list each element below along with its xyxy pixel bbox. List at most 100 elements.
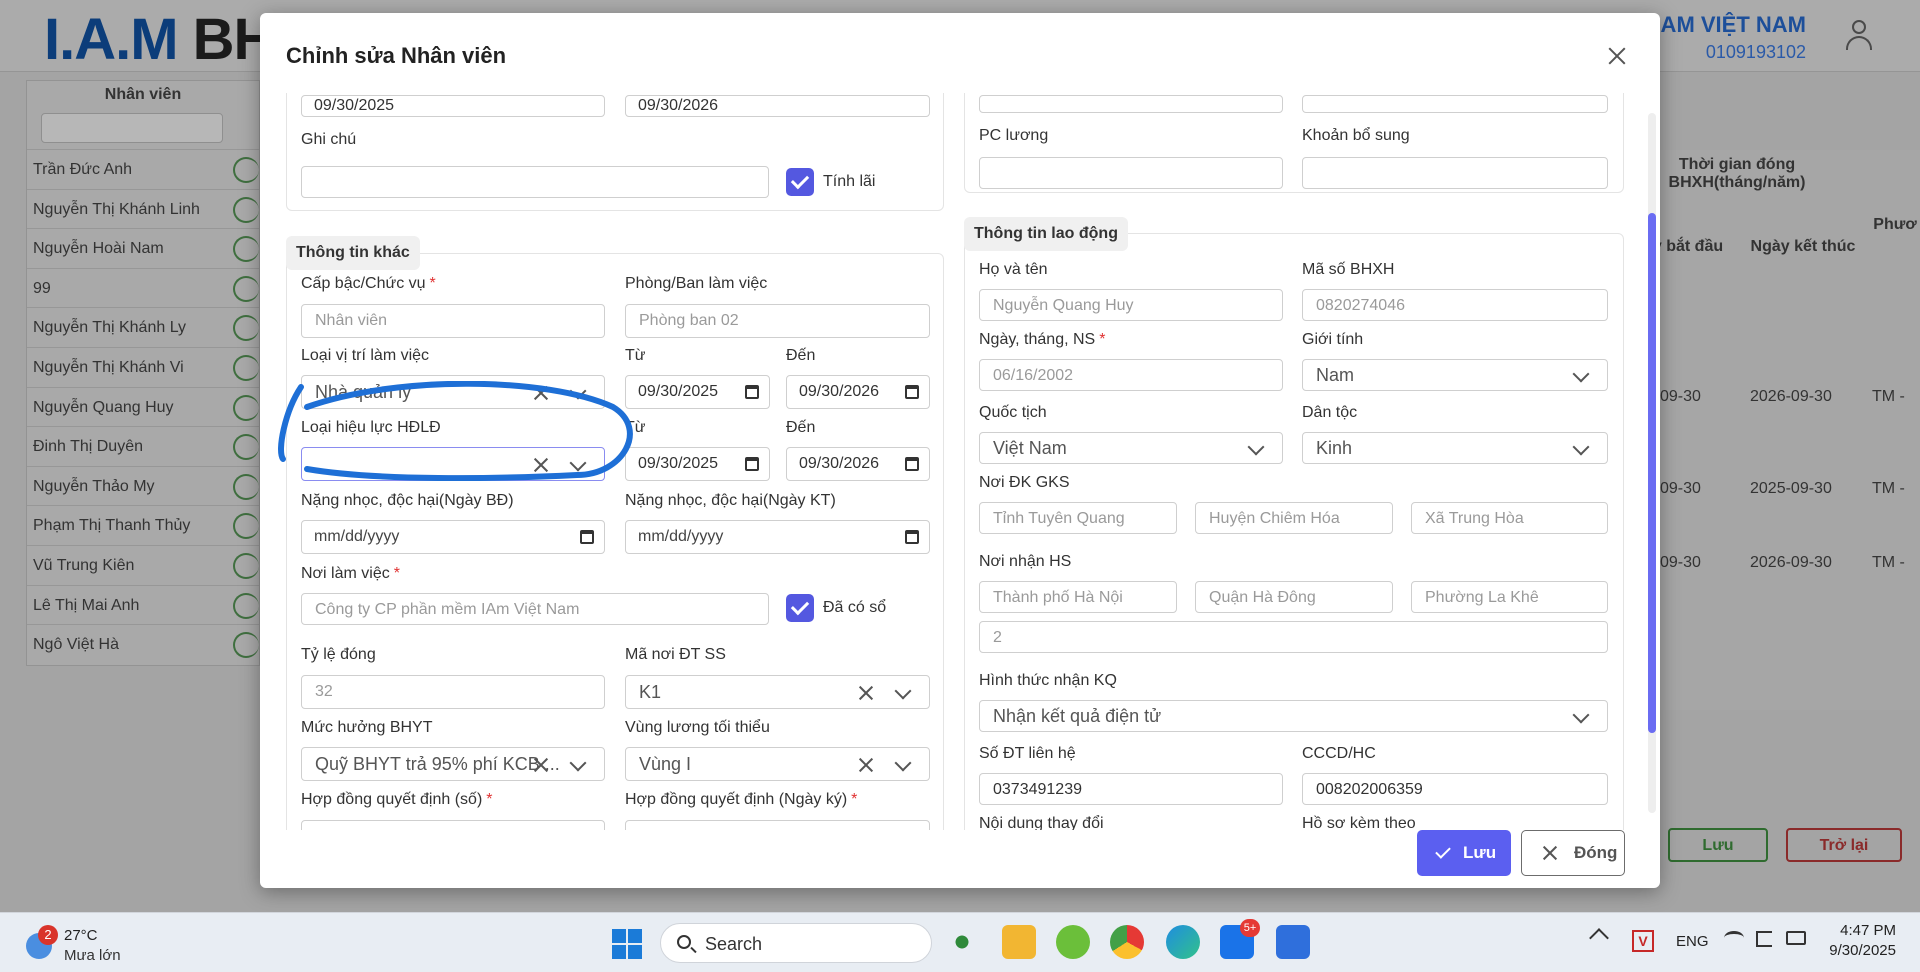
has-book-checkbox[interactable] — [786, 594, 814, 622]
calendar-icon[interactable] — [905, 385, 919, 399]
clear-icon[interactable] — [532, 456, 550, 474]
position-type-select[interactable]: Nhà quản lý — [301, 375, 605, 409]
taskbar-search[interactable]: Search — [660, 923, 932, 963]
bhyt-select[interactable]: Quỹ BHYT trả 95% phí KCB ... — [301, 747, 605, 781]
modal-scrollbar[interactable] — [1648, 113, 1656, 813]
calendar-icon[interactable] — [905, 530, 919, 544]
chevron-down-icon[interactable] — [569, 382, 587, 400]
close-icon[interactable] — [1604, 43, 1630, 69]
save-button[interactable]: Lưu — [1417, 830, 1511, 876]
battery-icon[interactable] — [1786, 931, 1806, 945]
salary-allow-input[interactable] — [979, 157, 1283, 189]
right-top-input-2[interactable] — [1302, 95, 1608, 113]
birth-district-input[interactable]: Huyện Chiêm Hóa — [1195, 502, 1393, 534]
contract-type-select[interactable] — [301, 447, 605, 481]
add-icon[interactable] — [233, 394, 259, 421]
workplace-input[interactable]: Công ty CP phần mềm IAm Việt Nam — [301, 593, 769, 625]
bg-back-button[interactable]: Trở lại — [1786, 828, 1902, 862]
add-icon[interactable] — [233, 513, 259, 540]
employee-row[interactable]: Phạm Thị Thanh Thủy — [27, 505, 259, 545]
employee-row[interactable]: 99 — [27, 267, 259, 308]
calendar-icon[interactable] — [745, 385, 759, 399]
add-icon[interactable] — [233, 157, 259, 183]
birth-province-input[interactable]: Tỉnh Tuyên Quang — [979, 502, 1177, 534]
employee-row[interactable]: Vũ Trung Kiên — [27, 544, 259, 585]
chevron-down-icon[interactable] — [569, 454, 587, 472]
bhxh-input[interactable]: 0820274046 — [1302, 289, 1608, 321]
id-input[interactable]: 008202006359 — [1302, 773, 1608, 805]
rate-input[interactable]: 32 — [301, 675, 605, 709]
add-icon[interactable] — [233, 632, 259, 659]
chevron-down-icon[interactable] — [569, 754, 587, 772]
phone-input[interactable]: 0373491239 — [979, 773, 1283, 805]
add-icon[interactable] — [233, 275, 259, 302]
close-button[interactable]: Đóng — [1521, 830, 1625, 876]
contract-no-input[interactable] — [301, 820, 605, 830]
result-select[interactable]: Nhận kết quả điện tử — [979, 700, 1608, 732]
nationality-select[interactable]: Việt Nam — [979, 432, 1283, 464]
hazard-start-date[interactable]: mm/dd/yyyy — [301, 520, 605, 554]
recv-ward-input[interactable]: Phường La Khê — [1411, 581, 1608, 613]
gender-select[interactable]: Nam — [1302, 359, 1608, 391]
windows-start-icon[interactable] — [612, 929, 642, 959]
user-icon[interactable] — [1844, 18, 1874, 52]
dob-input[interactable]: 06/16/2002 — [979, 359, 1283, 391]
birth-commune-input[interactable]: Xã Trung Hòa — [1411, 502, 1608, 534]
vietnamese-input-icon[interactable]: V — [1632, 930, 1654, 952]
calendar-icon[interactable] — [580, 530, 594, 544]
employee-row[interactable]: Nguyễn Quang Huy — [27, 386, 259, 427]
contract-date-input[interactable] — [625, 820, 930, 830]
add-icon[interactable] — [233, 315, 259, 342]
min-wage-select[interactable]: Vùng I — [625, 747, 930, 781]
employee-filter-input[interactable] — [41, 113, 223, 143]
recv-district-input[interactable]: Quận Hà Đông — [1195, 581, 1393, 613]
employee-row[interactable]: Nguyễn Thảo My — [27, 465, 259, 506]
position-from-date[interactable]: 09/30/2025 — [625, 375, 770, 409]
scrollbar-thumb[interactable] — [1648, 213, 1656, 733]
dept-input[interactable]: Phòng ban 02 — [625, 304, 930, 338]
add-icon[interactable] — [233, 196, 259, 223]
clear-icon[interactable] — [532, 756, 550, 774]
position-to-date[interactable]: 09/30/2026 — [786, 375, 930, 409]
ss-code-select[interactable]: K1 — [625, 675, 930, 709]
fullname-input[interactable]: Nguyễn Quang Huy — [979, 289, 1283, 321]
add-icon[interactable] — [233, 434, 259, 461]
add-icon[interactable] — [233, 354, 259, 381]
calendar-icon[interactable] — [745, 457, 759, 471]
add-icon[interactable] — [233, 236, 259, 263]
chevron-down-icon[interactable] — [894, 754, 912, 772]
chevron-up-icon[interactable] — [1589, 928, 1609, 948]
employee-row[interactable]: Nguyễn Thị Khánh Ly — [27, 307, 259, 347]
ethnic-select[interactable]: Kinh — [1302, 432, 1608, 464]
taskbar-clock[interactable]: 4:47 PM 9/30/2025 — [1829, 921, 1896, 961]
language-indicator[interactable]: ENG — [1676, 933, 1709, 950]
hazard-end-date[interactable]: mm/dd/yyyy — [625, 520, 930, 554]
chevron-down-icon[interactable] — [894, 682, 912, 700]
note-input[interactable] — [301, 166, 769, 198]
wifi-icon[interactable] — [1724, 931, 1744, 945]
contract-from-date[interactable]: 09/30/2025 — [625, 447, 770, 481]
rank-input[interactable]: Nhân viên — [301, 304, 605, 338]
employee-row[interactable]: Nguyễn Hoài Nam — [27, 228, 259, 268]
chevron-down-icon[interactable] — [1572, 365, 1590, 383]
employee-row[interactable]: Đinh Thị Duyên — [27, 426, 259, 466]
employee-row[interactable]: Trần Đức Anh — [27, 149, 259, 189]
add-icon[interactable] — [233, 552, 259, 579]
interest-checkbox[interactable] — [786, 168, 814, 196]
extra-input[interactable] — [1302, 157, 1608, 189]
recv-address-input[interactable]: 2 — [979, 621, 1608, 653]
recv-city-input[interactable]: Thành phố Hà Nội — [979, 581, 1177, 613]
bg-save-button[interactable]: Lưu — [1668, 828, 1768, 862]
employee-row[interactable]: Ngô Việt Hà — [27, 624, 259, 664]
clear-icon[interactable] — [532, 384, 550, 402]
right-top-input-1[interactable] — [979, 95, 1283, 113]
chevron-down-icon[interactable] — [1572, 706, 1590, 724]
chrome-icon[interactable] — [1110, 925, 1144, 959]
employee-row[interactable]: Nguyễn Thị Khánh Vi — [27, 346, 259, 387]
add-icon[interactable] — [233, 592, 259, 619]
file-explorer-icon[interactable] — [1002, 925, 1036, 959]
top-date-from[interactable]: 09/30/2025 — [301, 95, 605, 117]
add-icon[interactable] — [233, 473, 259, 500]
employee-row[interactable]: Nguyễn Thị Khánh Linh — [27, 188, 259, 229]
zalo-icon[interactable]: 5+ — [1220, 919, 1260, 959]
